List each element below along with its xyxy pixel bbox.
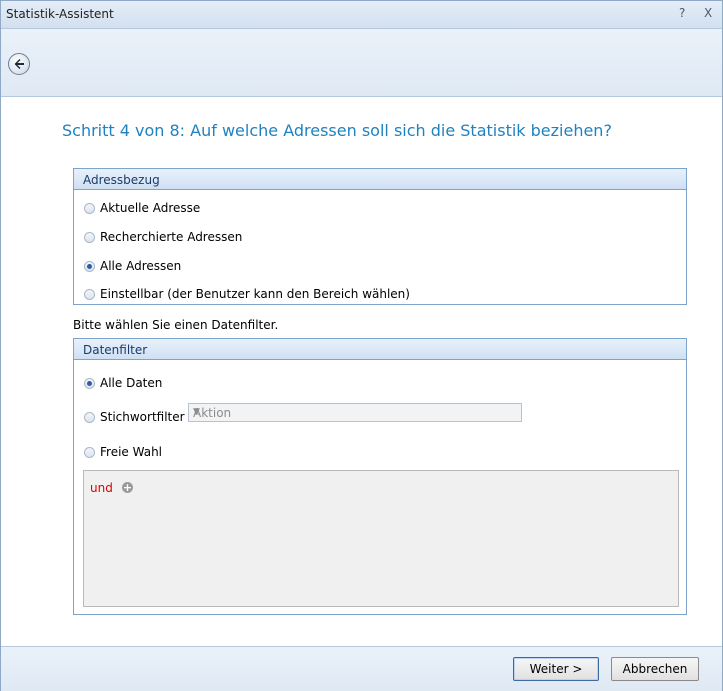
next-button[interactable]: Weiter >	[513, 657, 599, 681]
group-header: Adressbezug	[74, 169, 686, 190]
back-arrow-icon[interactable]	[8, 53, 30, 75]
radio-recherchierte-adressen[interactable]: Recherchierte Adressen	[84, 229, 242, 245]
datenfilter-group: Datenfilter Alle Daten Stichwortfilter A…	[73, 338, 687, 615]
group-title: Datenfilter	[83, 343, 148, 357]
radio-stichwortfilter[interactable]: Stichwortfilter	[84, 409, 185, 425]
help-button[interactable]: ?	[679, 6, 685, 20]
radio-alle-adressen[interactable]: Alle Adressen	[84, 258, 181, 274]
radio-label: Stichwortfilter	[100, 410, 185, 424]
adressbezug-group: Adressbezug Aktuelle Adresse Recherchier…	[73, 168, 687, 305]
radio-label: Aktuelle Adresse	[100, 201, 201, 215]
wizard-window: Statistik-Assistent ? X Schritt 4 von 8:…	[0, 0, 723, 691]
toolbar	[1, 29, 722, 97]
add-condition-icon[interactable]: +	[122, 482, 133, 493]
window-title: Statistik-Assistent	[6, 7, 114, 21]
radio-alle-daten[interactable]: Alle Daten	[84, 375, 162, 391]
radio-circle[interactable]	[84, 231, 95, 243]
radio-circle[interactable]	[84, 446, 95, 458]
filter-operator[interactable]: und	[90, 481, 113, 495]
radio-label: Einstellbar (der Benutzer kann den Berei…	[100, 287, 410, 301]
group-header: Datenfilter	[74, 339, 686, 360]
radio-label: Recherchierte Adressen	[100, 230, 243, 244]
radio-einstellbar[interactable]: Einstellbar (der Benutzer kann den Berei…	[84, 286, 410, 302]
radio-freie-wahl[interactable]: Freie Wahl	[84, 444, 162, 460]
footer: Weiter > Abbrechen	[1, 646, 722, 691]
radio-circle[interactable]	[84, 288, 95, 300]
radio-aktuelle-adresse[interactable]: Aktuelle Adresse	[84, 200, 200, 216]
radio-circle[interactable]	[84, 202, 95, 214]
group-title: Adressbezug	[83, 173, 160, 187]
cancel-button[interactable]: Abbrechen	[611, 657, 699, 681]
radio-circle[interactable]	[84, 377, 95, 389]
radio-label: Alle Daten	[100, 376, 163, 390]
stichwort-dropdown[interactable]: Aktion ▼	[188, 403, 522, 422]
filter-hint: Bitte wählen Sie einen Datenfilter.	[73, 318, 279, 332]
close-button[interactable]: X	[704, 6, 712, 20]
title-bar: Statistik-Assistent ? X	[1, 1, 722, 29]
filter-editor[interactable]: und +	[83, 470, 679, 607]
chevron-down-icon[interactable]: ▼	[193, 407, 516, 417]
step-heading: Schritt 4 von 8: Auf welche Adressen sol…	[62, 121, 612, 140]
radio-label: Freie Wahl	[100, 445, 163, 459]
radio-circle[interactable]	[84, 411, 95, 423]
radio-label: Alle Adressen	[100, 259, 182, 273]
radio-circle[interactable]	[84, 260, 95, 272]
